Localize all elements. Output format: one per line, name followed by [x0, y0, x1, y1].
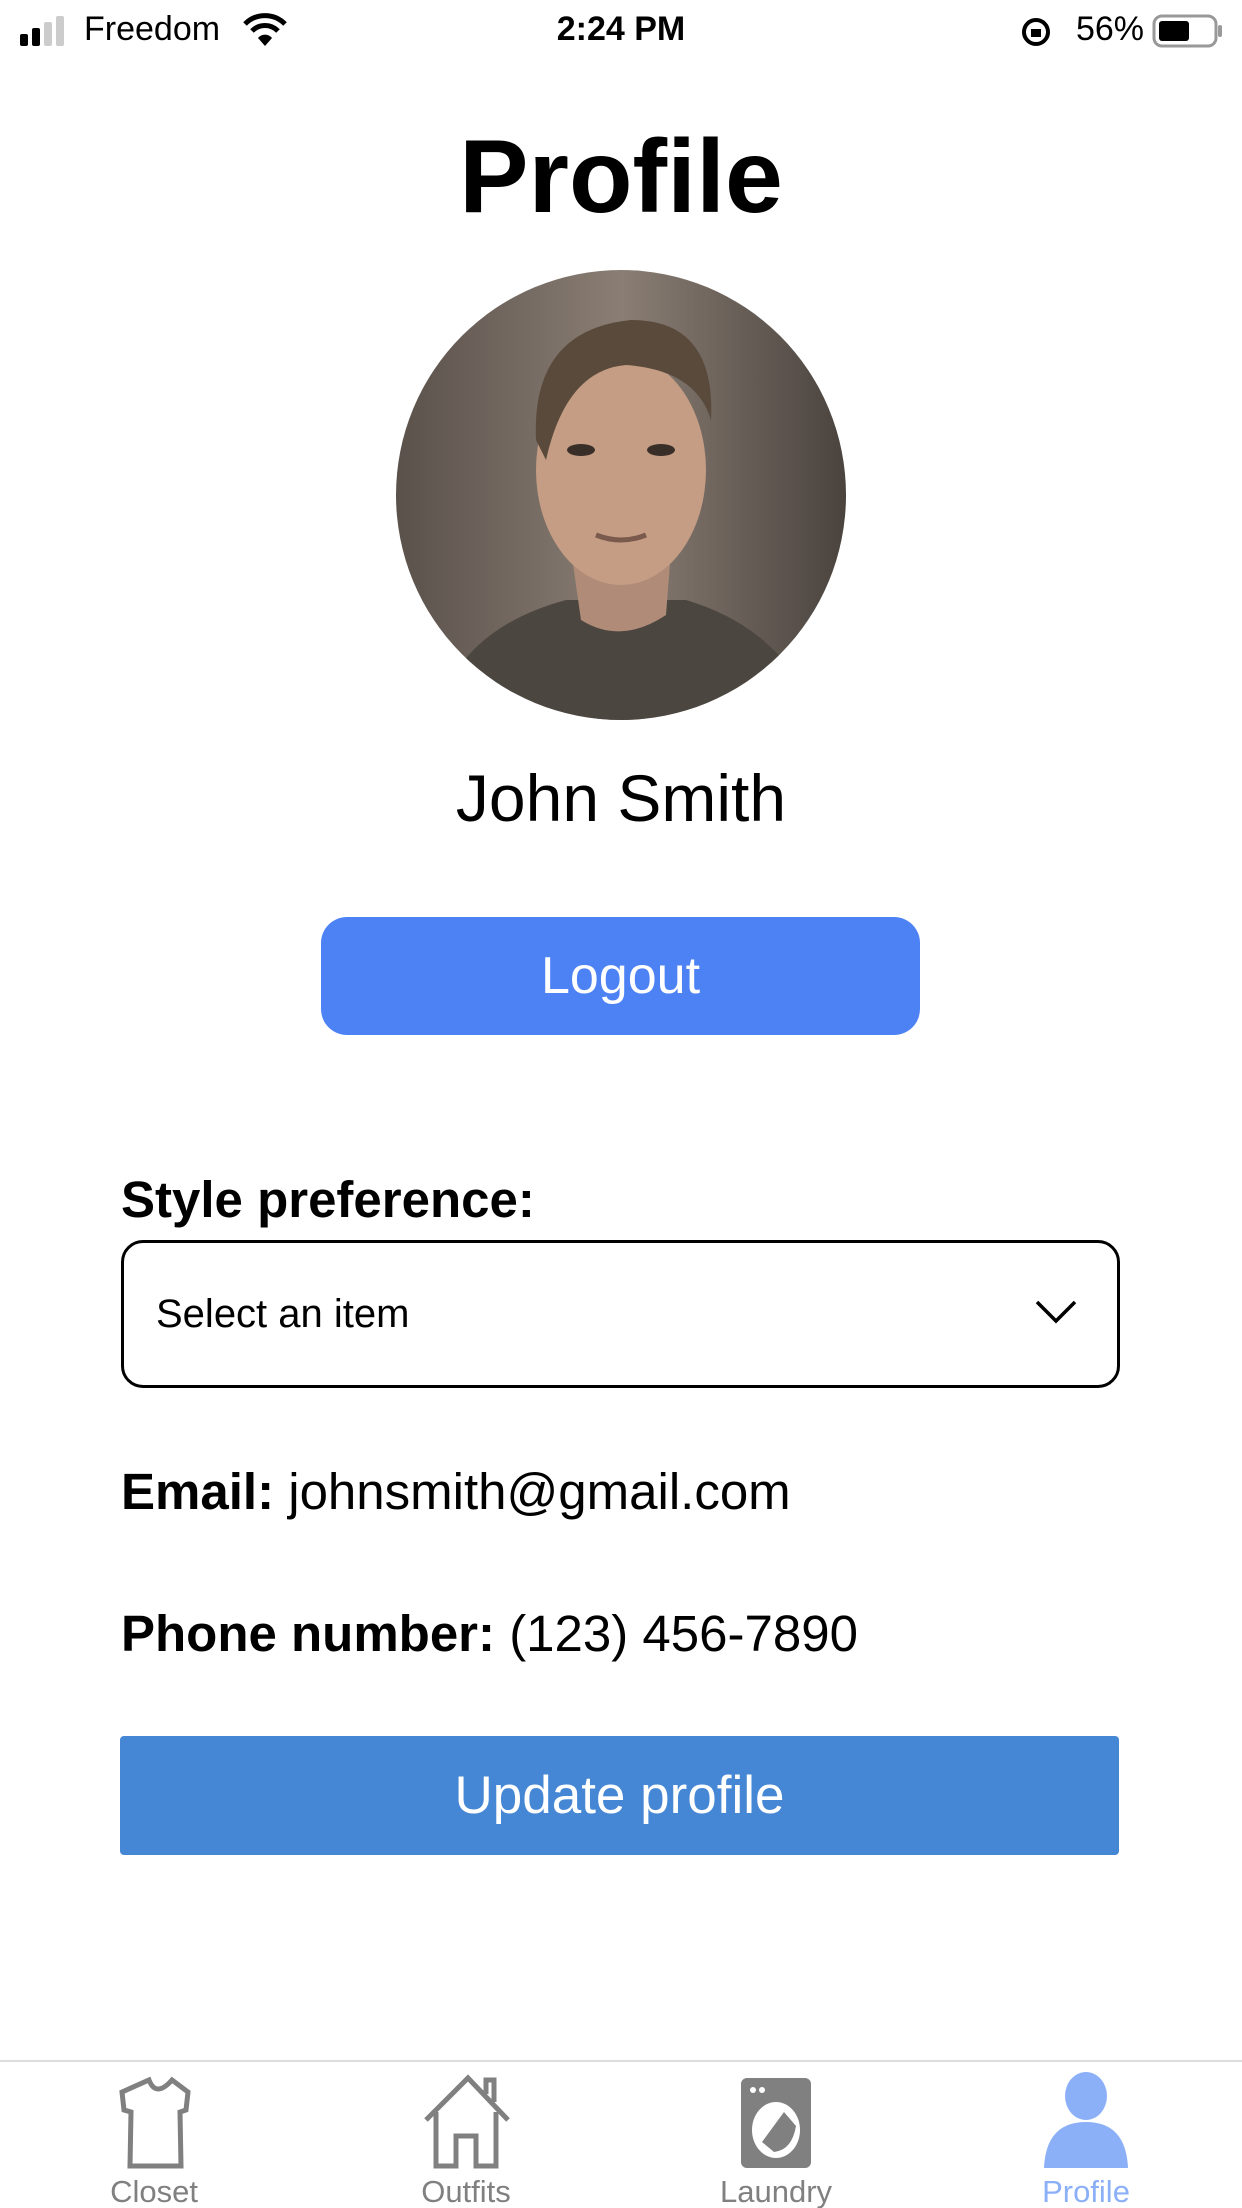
tab-laundry[interactable]: Laundry	[676, 2062, 876, 2208]
email-label: Email:	[121, 1463, 275, 1520]
tab-outfits[interactable]: Outfits	[366, 2062, 566, 2208]
house-icon	[424, 2074, 510, 2169]
email-row: Email: johnsmith@gmail.com	[121, 1462, 791, 1521]
phone-label: Phone number:	[121, 1605, 496, 1662]
phone-value: (123) 456-7890	[509, 1605, 858, 1662]
tab-label: Closet	[110, 2174, 198, 2208]
tab-label: Laundry	[719, 2174, 833, 2208]
battery-percent: 56%	[1075, 10, 1144, 48]
user-name: John Smith	[455, 761, 787, 835]
rotation-lock-icon	[1022, 18, 1050, 46]
tab-bar: Closet Outfits Laundry Profile	[0, 2060, 1242, 2208]
update-profile-button[interactable]: Update profile	[120, 1736, 1119, 1855]
avatar	[396, 270, 846, 720]
chevron-down-icon	[1035, 1300, 1077, 1324]
battery-icon	[1152, 14, 1222, 48]
tab-label: Outfits	[421, 2174, 511, 2208]
email-value: johnsmith@gmail.com	[288, 1463, 791, 1520]
logout-button[interactable]: Logout	[321, 917, 920, 1035]
style-preference-select[interactable]: Select an item	[121, 1240, 1120, 1388]
tab-profile[interactable]: Profile	[986, 2062, 1186, 2208]
tab-closet[interactable]: Closet	[54, 2062, 254, 2208]
select-placeholder: Select an item	[156, 1291, 410, 1336]
person-icon	[1044, 2072, 1128, 2168]
page-title: Profile	[459, 119, 783, 235]
status-bar: Freedom 2:24 PM 56%	[0, 0, 1242, 62]
clock: 2:24 PM	[556, 10, 686, 48]
washing-machine-icon	[741, 2078, 811, 2168]
shirt-icon	[119, 2076, 191, 2169]
phone-row: Phone number: (123) 456-7890	[121, 1604, 858, 1663]
tab-label: Profile	[1042, 2174, 1130, 2208]
style-preference-label: Style preference:	[121, 1171, 535, 1228]
